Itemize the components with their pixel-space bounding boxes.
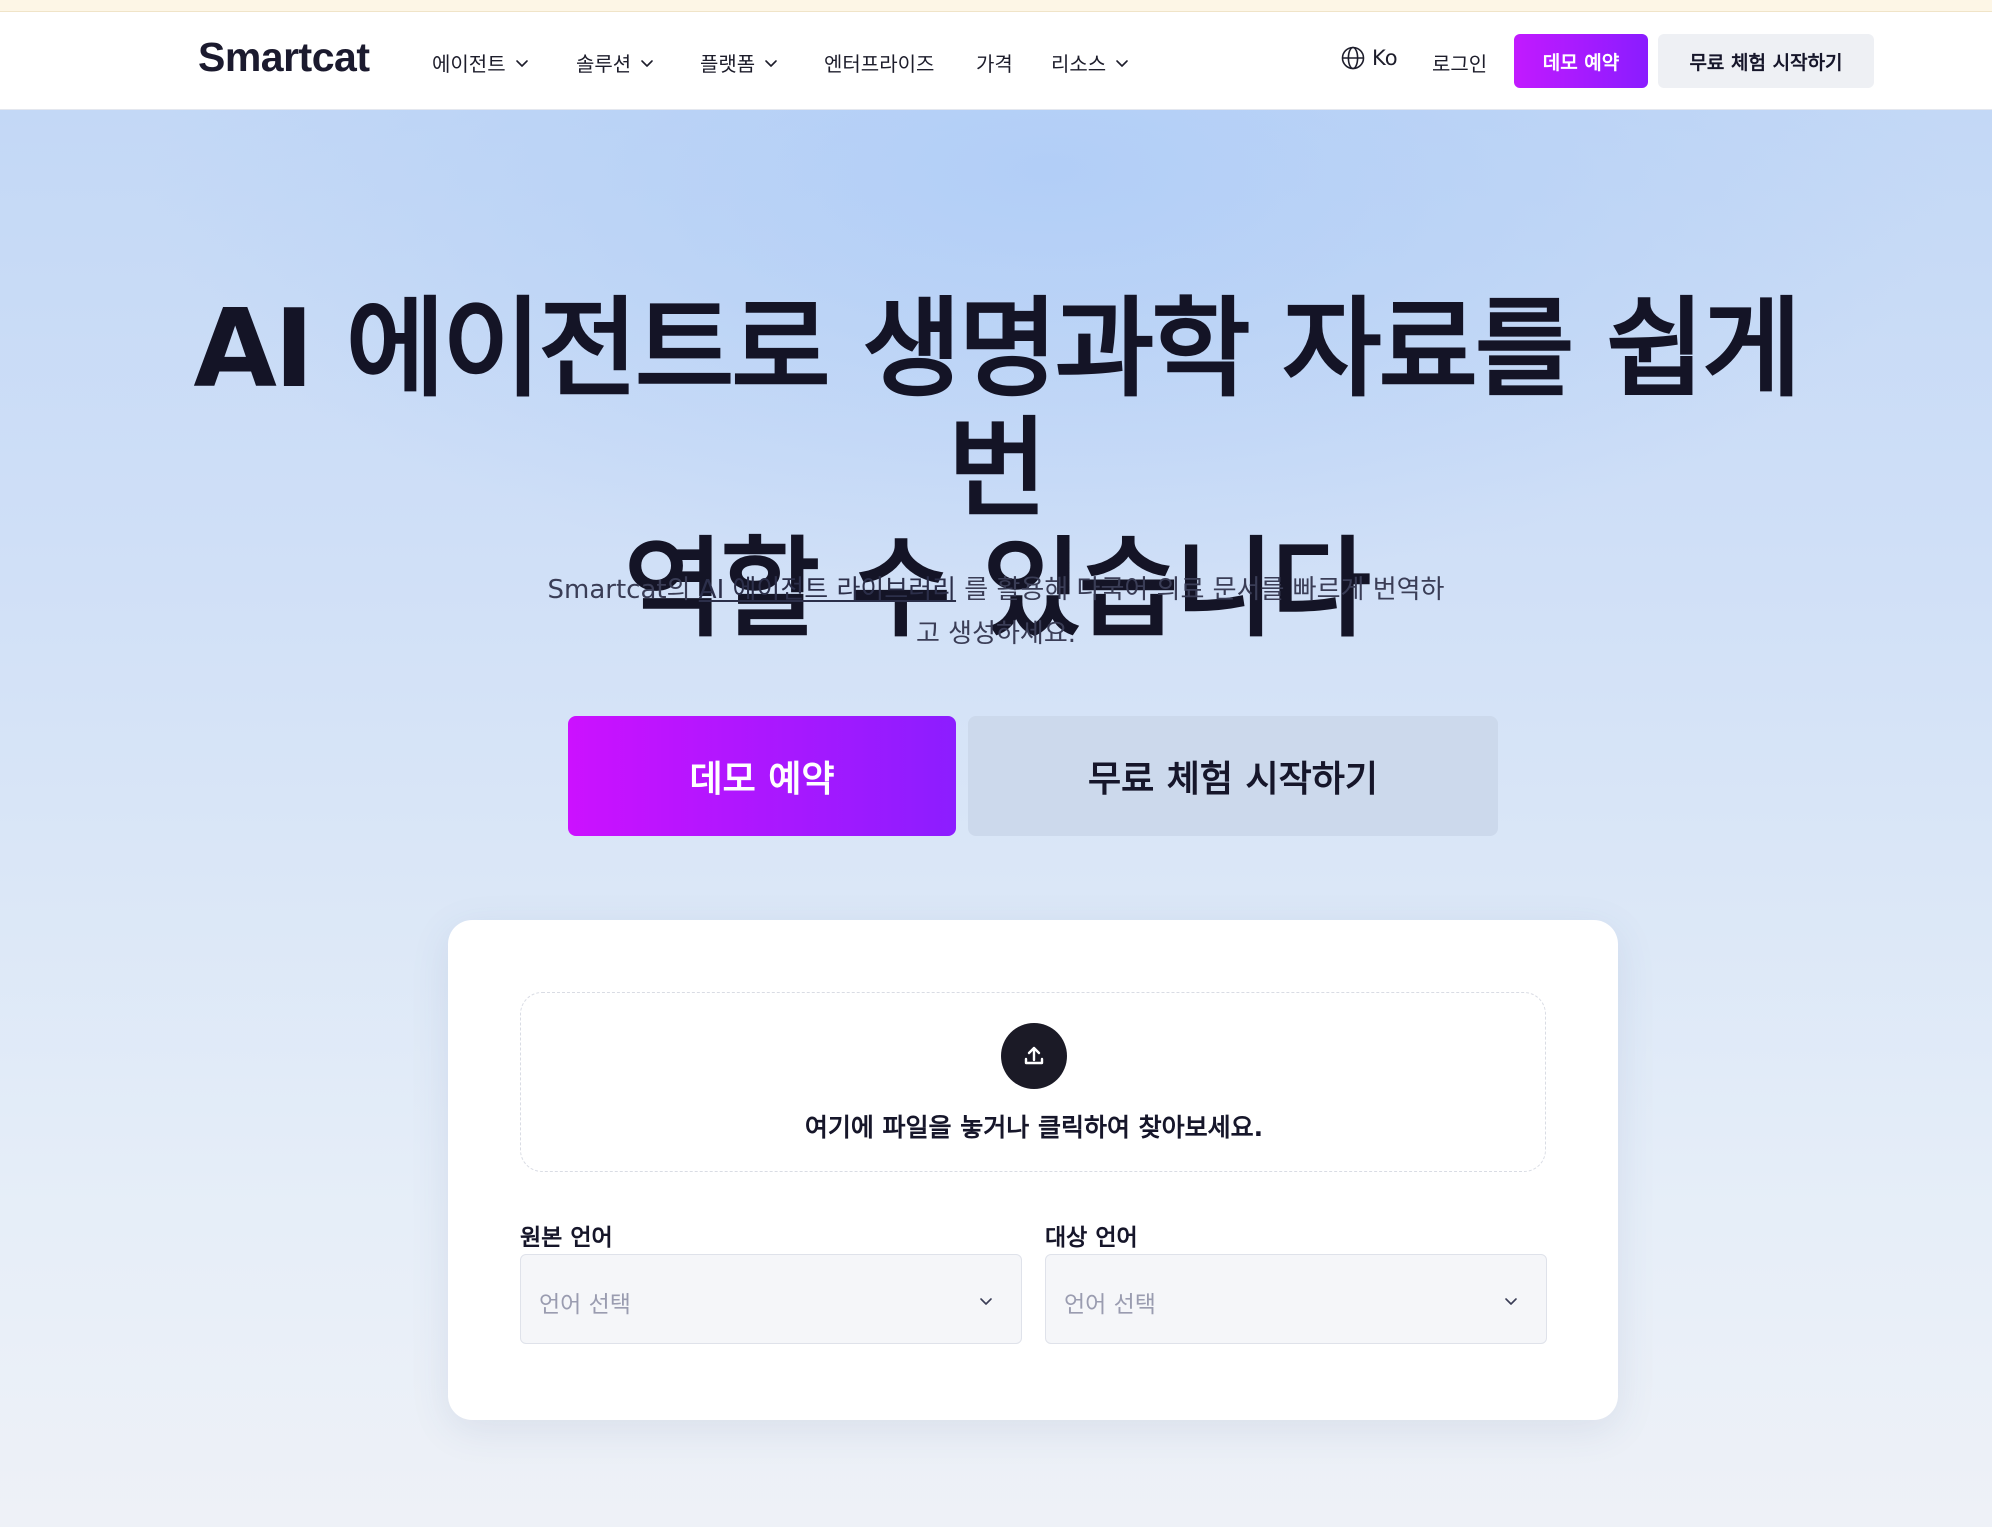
header-demo-button[interactable]: 데모 예약 <box>1514 34 1648 88</box>
dropzone-text: 여기에 파일을 놓거나 클릭하여 찾아보세요. <box>804 1113 1264 1142</box>
target-language-select[interactable]: 언어 선택 <box>1045 1254 1547 1344</box>
nav-agents[interactable]: 에이전트 <box>432 48 530 77</box>
nav-resources-label: 리소스 <box>1051 52 1107 76</box>
nav-solutions-label: 솔루션 <box>576 52 632 76</box>
chevron-down-icon <box>514 55 530 71</box>
header-trial-button[interactable]: 무료 체험 시작하기 <box>1658 34 1874 88</box>
language-label: Ko <box>1372 46 1398 70</box>
target-language-placeholder: 언어 선택 <box>1064 1292 1156 1318</box>
agent-library-link[interactable]: AI 에이전트 라이브러리 <box>699 575 956 605</box>
source-language-placeholder: 언어 선택 <box>539 1292 631 1318</box>
subtitle-suffix: 를 활용해 다국어 의료 문서를 빠르게 번역하고 생성하세요. <box>915 575 1445 649</box>
nav-platform[interactable]: 플랫폼 <box>700 48 779 77</box>
nav-enterprise-label: 엔터프라이즈 <box>824 52 935 76</box>
upload-card: 여기에 파일을 놓거나 클릭하여 찾아보세요. 원본 언어 언어 선택 대상 언… <box>448 920 1618 1420</box>
chevron-down-icon <box>977 1292 995 1310</box>
source-language-label: 원본 언어 <box>520 1225 613 1251</box>
hero-subtitle: Smartcat의 AI 에이전트 라이브러리 를 활용해 다국어 의료 문서를… <box>540 568 1452 656</box>
file-dropzone[interactable]: 여기에 파일을 놓거나 클릭하여 찾아보세요. <box>520 992 1546 1172</box>
upload-icon <box>1001 1023 1067 1089</box>
source-language-select[interactable]: 언어 선택 <box>520 1254 1022 1344</box>
target-language-label: 대상 언어 <box>1045 1225 1138 1251</box>
hero-trial-button[interactable]: 무료 체험 시작하기 <box>968 716 1498 836</box>
nav-agents-label: 에이전트 <box>432 52 506 76</box>
chevron-down-icon <box>763 55 779 71</box>
hero-demo-button[interactable]: 데모 예약 <box>568 716 956 836</box>
hero-title-line1: AI 에이전트로 생명과학 자료를 쉽게 번 <box>193 287 1801 532</box>
hero-section: AI 에이전트로 생명과학 자료를 쉽게 번 역할 수 있습니다 Smartca… <box>0 110 1992 1527</box>
chevron-down-icon <box>639 55 655 71</box>
nav-solutions[interactable]: 솔루션 <box>576 48 655 77</box>
nav-pricing[interactable]: 가격 <box>976 48 1013 77</box>
smartcat-logo[interactable]: Smartcat <box>198 34 370 81</box>
nav-resources[interactable]: 리소스 <box>1051 48 1130 77</box>
login-link[interactable]: 로그인 <box>1432 48 1487 77</box>
nav-enterprise[interactable]: 엔터프라이즈 <box>824 48 934 77</box>
globe-icon <box>1340 45 1366 71</box>
subtitle-prefix: Smartcat의 <box>547 575 699 605</box>
announcement-strip <box>0 0 1992 12</box>
chevron-down-icon <box>1502 1292 1520 1310</box>
chevron-down-icon <box>1114 55 1130 71</box>
nav-pricing-label: 가격 <box>976 52 1013 76</box>
language-switcher[interactable]: Ko <box>1340 45 1398 71</box>
nav-platform-label: 플랫폼 <box>700 52 756 76</box>
site-header: Smartcat 에이전트 솔루션 플랫폼 엔터프라이즈 가격 리소스 Ko 로… <box>0 12 1992 110</box>
